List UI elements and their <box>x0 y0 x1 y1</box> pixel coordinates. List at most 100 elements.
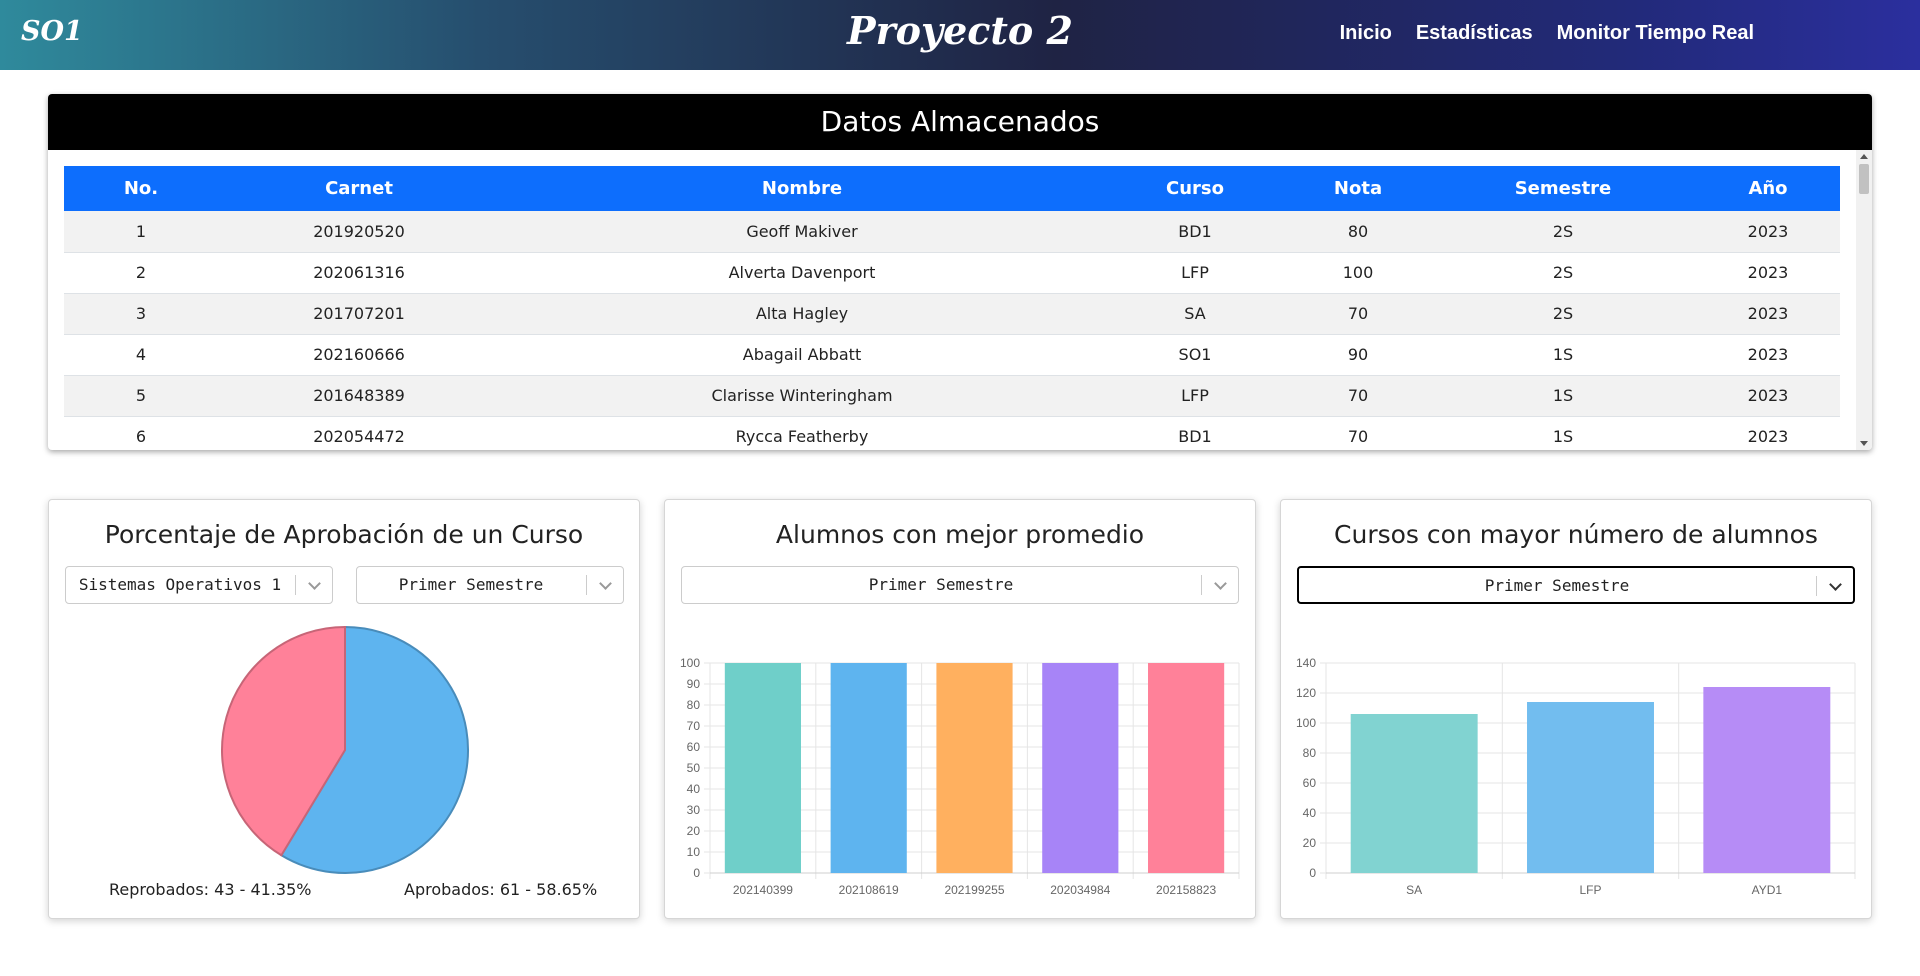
column-header: Nota <box>1333 178 1383 199</box>
table-cell: 2023 <box>1747 345 1789 364</box>
y-tick-label: 20 <box>1303 836 1317 850</box>
column-header: Nombre <box>761 178 843 199</box>
chevron-down-icon[interactable] <box>308 577 321 590</box>
table-cell: 100 <box>1342 263 1374 282</box>
y-tick-label: 50 <box>687 761 701 775</box>
scroll-up-arrow-icon[interactable] <box>1860 154 1868 159</box>
chevron-down-icon[interactable] <box>1829 578 1842 591</box>
table-cell: 70 <box>1347 304 1369 323</box>
bar <box>1042 663 1119 873</box>
semester-select-value: Primer Semestre <box>398 575 544 594</box>
table-cell: 201648389 <box>313 386 405 405</box>
best-average-bar-chart: 0 10 20 30 40 50 60 70 80 90 100 202140399 202108619… <box>680 656 1240 897</box>
top-courses-bar-chart: 0 20 40 60 80 100 120 140 SA LFP AYD1 <box>1296 656 1856 897</box>
x-tick-label: LFP <box>1579 883 1601 897</box>
x-tick-label: AYD1 <box>1752 883 1783 897</box>
x-tick-label: 202140399 <box>733 883 793 897</box>
scroll-down-arrow-icon[interactable] <box>1860 441 1868 446</box>
best-average-title: Alumnos con mejor promedio <box>775 520 1145 549</box>
table-cell: 2023 <box>1747 427 1789 446</box>
table-cell: 70 <box>1347 427 1369 446</box>
approval-panel: Porcentaje de Aprobación de un Curso Sis… <box>48 499 640 919</box>
best-average-semester-select[interactable]: Primer Semestre <box>681 566 1239 604</box>
approval-semester-select[interactable]: Primer Semestre <box>356 566 624 604</box>
y-tick-label: 100 <box>1296 716 1316 730</box>
y-tick-label: 80 <box>1303 746 1317 760</box>
table-cell: 1S <box>1552 386 1574 405</box>
table-cell: 1S <box>1552 345 1574 364</box>
bar <box>830 663 907 873</box>
y-tick-label: 140 <box>1296 656 1316 670</box>
table-cell: 2023 <box>1747 221 1789 241</box>
table-cell: 202061316 <box>313 263 405 282</box>
approval-title: Porcentaje de Aprobación de un Curso <box>104 520 584 549</box>
select-separator <box>295 575 296 595</box>
table-row: 6 202054472 Rycca Featherby BD1 70 1S 20… <box>64 416 1840 450</box>
table-cell: Alverta Davenport <box>728 263 876 282</box>
chevron-down-icon[interactable] <box>1214 577 1227 590</box>
table-cell: 6 <box>135 427 147 446</box>
bar <box>936 663 1013 873</box>
select-separator <box>586 575 587 595</box>
select-separator <box>1201 575 1202 595</box>
table-cell: 202054472 <box>313 427 405 446</box>
y-tick-label: 60 <box>1303 776 1317 790</box>
y-tick-label: 0 <box>1309 866 1316 880</box>
y-tick-label: 40 <box>1303 806 1317 820</box>
nav-links: Inicio Estadísticas Monitor Tiempo Real <box>1340 22 1754 45</box>
x-tick-label: 202034984 <box>1050 883 1110 897</box>
table-cell: 202160666 <box>313 345 405 364</box>
table-cell: Clarisse Winteringham <box>711 386 893 405</box>
y-tick-label: 0 <box>693 866 700 880</box>
y-tick-label: 40 <box>687 782 701 796</box>
column-header: No. <box>123 178 159 199</box>
table-cell: 2S <box>1552 221 1574 241</box>
table-cell: 2 <box>135 263 147 282</box>
x-tick-label: 202158823 <box>1156 883 1216 897</box>
nav-link-inicio[interactable]: Inicio <box>1340 22 1392 45</box>
table-cell: 2023 <box>1747 304 1789 323</box>
table-cell: 2023 <box>1747 263 1789 282</box>
table-scroll-area[interactable]: No. Carnet Nombre Curso Nota Semestre Añ… <box>64 166 1840 450</box>
table-cell: 70 <box>1347 386 1369 405</box>
table-cell: 5 <box>135 386 147 405</box>
y-tick-label: 70 <box>687 719 701 733</box>
table-header-row: No. Carnet Nombre Curso Nota Semestre Añ… <box>64 166 1840 211</box>
table-cell: 1 <box>135 221 147 241</box>
column-header: Semestre <box>1514 178 1612 199</box>
table-cell: 2S <box>1552 304 1574 323</box>
table-cell: LFP <box>1181 386 1209 405</box>
y-tick-label: 100 <box>680 656 700 670</box>
data-table-card: Datos Almacenados No. Carnet Nombre Curs… <box>48 94 1872 450</box>
table-row: 3 201707201 Alta Hagley SA 70 2S 2023 <box>64 293 1840 334</box>
column-header: Carnet <box>325 178 393 199</box>
course-select[interactable]: Sistemas Operativos 1 <box>65 566 333 604</box>
table-cell: Alta Hagley <box>755 304 849 323</box>
nav-link-monitor[interactable]: Monitor Tiempo Real <box>1557 22 1754 45</box>
table-cell: 4 <box>135 345 147 364</box>
bar <box>724 663 801 873</box>
table-row: 5 201648389 Clarisse Winteringham LFP 70… <box>64 375 1840 416</box>
passed-label: Aprobados: 61 - 58.65% <box>404 880 598 899</box>
chevron-down-icon[interactable] <box>599 577 612 590</box>
top-courses-panel: Cursos con mayor número de alumnos Prime… <box>1280 499 1872 919</box>
y-tick-label: 30 <box>687 803 701 817</box>
y-tick-label: 20 <box>687 824 701 838</box>
top-courses-semester-select[interactable]: Primer Semestre <box>1297 566 1855 604</box>
scrollbar-thumb[interactable] <box>1859 164 1869 194</box>
nav-link-estadisticas[interactable]: Estadísticas <box>1416 22 1533 45</box>
top-courses-title: Cursos con mayor número de alumnos <box>1334 520 1818 549</box>
table-scrollbar[interactable] <box>1856 150 1872 450</box>
y-tick-label: 120 <box>1296 686 1316 700</box>
table-cell: 3 <box>135 304 147 323</box>
y-tick-label: 10 <box>687 845 701 859</box>
bar <box>1703 687 1831 873</box>
x-tick-label: 202199255 <box>944 883 1004 897</box>
table-cell: 2S <box>1552 263 1574 282</box>
bar <box>1148 663 1225 873</box>
x-tick-label: SA <box>1406 883 1422 897</box>
table-cell: 1S <box>1552 427 1574 446</box>
table-cell: BD1 <box>1178 427 1212 446</box>
brand-logo[interactable]: SO1 <box>21 16 83 47</box>
best-average-panel: Alumnos con mejor promedio Primer Semest… <box>664 499 1256 919</box>
